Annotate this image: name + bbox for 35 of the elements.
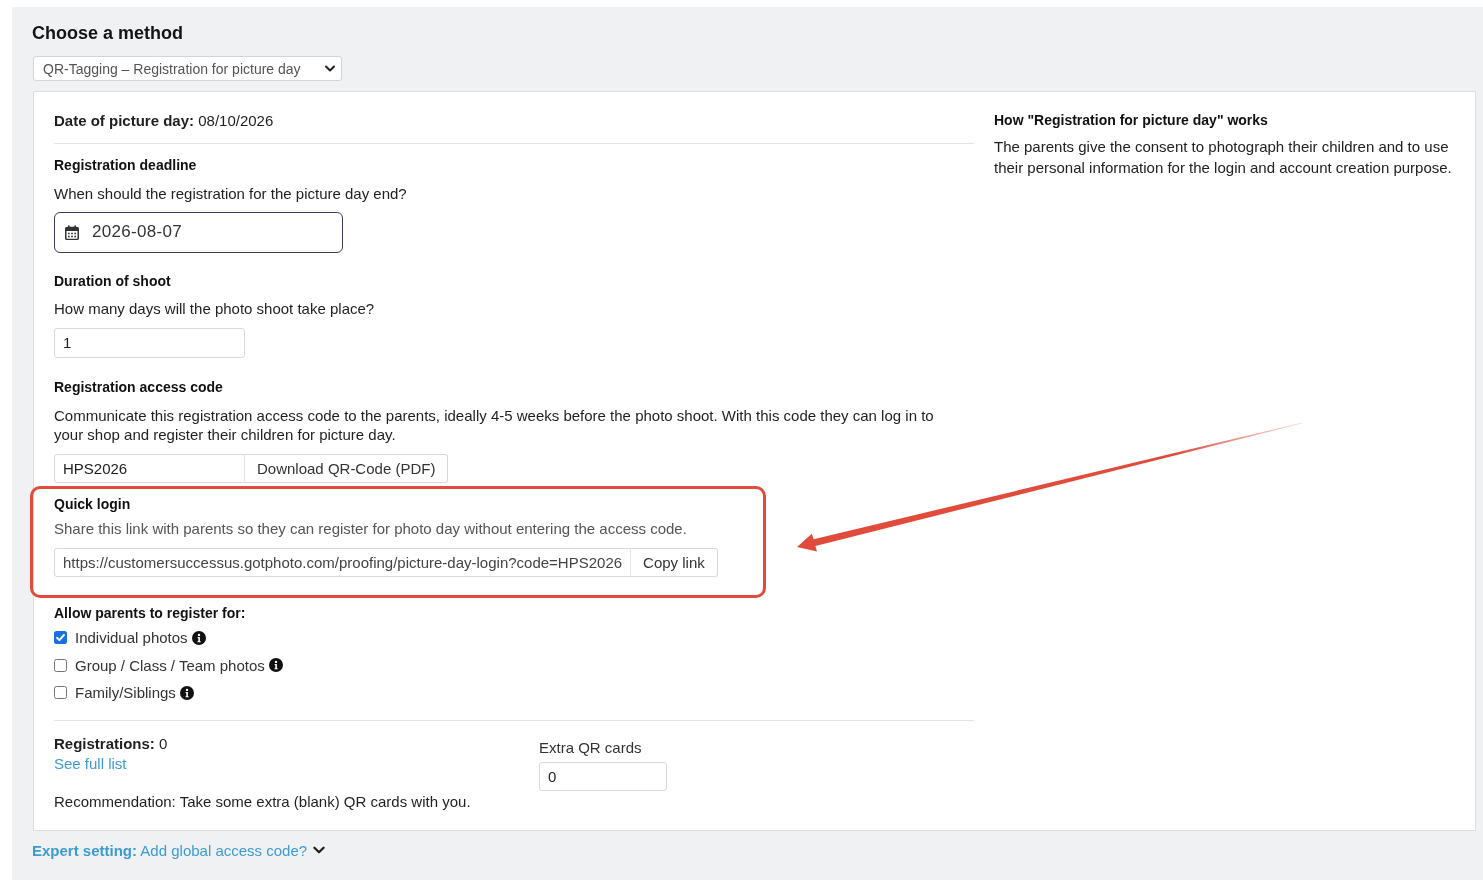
recommendation-text: Recommendation: Take some extra (blank) QR cards with you.: [54, 791, 472, 811]
checkbox[interactable]: [54, 631, 67, 645]
option-label: Group / Class / Team photos: [75, 656, 265, 674]
login-link-field[interactable]: https://customersuccessus.gotphoto.com/proofing/picture-day-login?code=HPS2026: [54, 547, 632, 577]
copy-link-button[interactable]: Copy link: [630, 547, 718, 577]
option-label: Family/Siblings: [75, 684, 176, 702]
extra-qr-cards-field[interactable]: 0: [539, 762, 667, 791]
info-icon[interactable]: [179, 685, 194, 700]
calendar-icon: [65, 224, 79, 240]
date-field[interactable]: 2026-08-07: [54, 211, 343, 253]
checkbox[interactable]: [54, 686, 67, 700]
page-title: Choose a method: [32, 22, 184, 44]
section-heading: Duration of shoot: [54, 272, 172, 291]
description-text: Communicate this registration access code to the parents, ideally 4-5 weeks before the photo shoot. With this code they can log in to your shop and register their children for picture day.: [54, 406, 935, 444]
section-heading: Allow parents to register for:: [54, 604, 247, 623]
section-heading: Registration access code: [54, 378, 224, 397]
chevron-down-icon: [325, 65, 335, 72]
info-icon[interactable]: [191, 630, 206, 645]
description-text: Share this link with parents so they can register for photo day without entering the access code.: [54, 519, 688, 538]
access-code-field[interactable]: HPS2026: [54, 453, 245, 483]
section-heading: Quick login: [54, 495, 132, 514]
download-qr-button[interactable]: Download QR-Code (PDF): [244, 453, 449, 483]
info-heading: How "Registration for picture day" works: [994, 111, 1269, 130]
info-text: The parents give the consent to photograph their children and to use their personal information for the login and account creation purpose.: [994, 137, 1453, 178]
registrations-count-text: Registrations: 0: [54, 733, 169, 753]
section-heading: Registration deadline: [54, 156, 198, 175]
question-text: How many days will the photo shoot take place?: [54, 299, 376, 318]
option-label: Individual photos: [75, 629, 188, 647]
checkbox[interactable]: [54, 658, 67, 672]
picture-date-text: Date of picture day: 08/10/2026: [54, 111, 275, 130]
question-text: When should the registration for the picture day end?: [54, 184, 408, 203]
field-label: Extra QR cards: [539, 737, 643, 757]
info-icon[interactable]: [268, 658, 283, 673]
days-field[interactable]: 1: [54, 327, 245, 358]
method-select[interactable]: QR-Tagging – Registration for picture day: [33, 56, 342, 81]
